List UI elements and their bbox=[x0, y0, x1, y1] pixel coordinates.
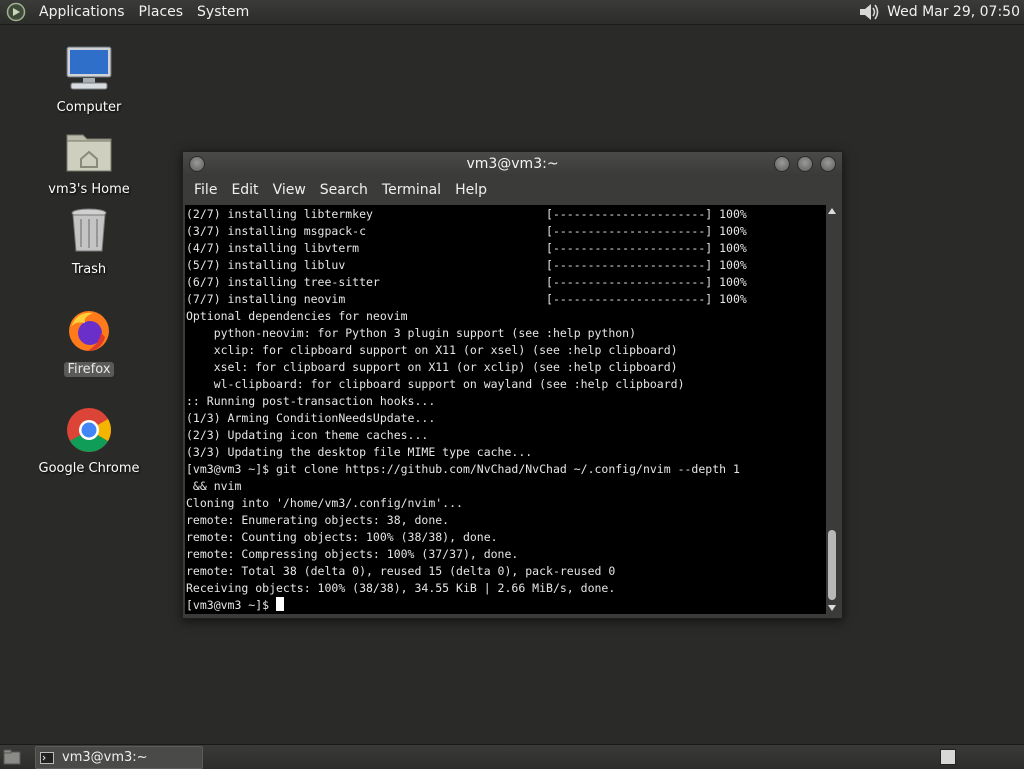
minimize-button[interactable] bbox=[774, 156, 790, 172]
clock[interactable]: Wed Mar 29, 07:50 bbox=[887, 4, 1024, 20]
maximize-button[interactable] bbox=[797, 156, 813, 172]
main-menu-logo-icon[interactable] bbox=[6, 2, 26, 22]
chrome-icon bbox=[67, 408, 111, 452]
terminal-line: remote: Total 38 (delta 0), reused 15 (d… bbox=[186, 564, 616, 578]
terminal-line: :: Running post-transaction hooks... bbox=[186, 394, 436, 408]
menu-file[interactable]: File bbox=[187, 182, 224, 198]
desktop-icon-home[interactable]: vm3's Home bbox=[34, 127, 144, 197]
terminal-line: xsel: for clipboard support on X11 (or x… bbox=[186, 360, 678, 374]
terminal-line: wl-clipboard: for clipboard support on w… bbox=[186, 377, 685, 391]
scrollbar-thumb[interactable] bbox=[828, 530, 836, 600]
scroll-down-arrow-icon[interactable] bbox=[828, 605, 836, 611]
terminal-line: remote: Enumerating objects: 38, done. bbox=[186, 513, 450, 527]
terminal-line: (1/3) Arming ConditionNeedsUpdate... bbox=[186, 411, 436, 425]
trash-icon bbox=[71, 208, 107, 252]
taskbar-terminal-button[interactable]: vm3@vm3:~ bbox=[35, 746, 203, 769]
desktop-icon-trash[interactable]: Trash bbox=[34, 207, 144, 277]
menu-terminal[interactable]: Terminal bbox=[375, 182, 448, 198]
menu-search[interactable]: Search bbox=[313, 182, 375, 198]
taskbar-window-label: vm3@vm3:~ bbox=[62, 750, 148, 765]
terminal-line: remote: Counting objects: 100% (38/38), … bbox=[186, 530, 498, 544]
terminal-line: Optional dependencies for neovim bbox=[186, 309, 408, 323]
scroll-up-arrow-icon[interactable] bbox=[828, 208, 836, 214]
show-desktop-icon[interactable] bbox=[3, 749, 21, 765]
system-menu[interactable]: System bbox=[190, 4, 256, 20]
applications-menu[interactable]: Applications bbox=[32, 4, 132, 20]
terminal-line: remote: Compressing objects: 100% (37/37… bbox=[186, 547, 519, 561]
terminal-line: python-neovim: for Python 3 plugin suppo… bbox=[186, 326, 637, 340]
terminal-output[interactable]: (2/7) installing libtermkey [-----------… bbox=[185, 205, 826, 614]
terminal-line: (3/7) installing msgpack-c [------------… bbox=[186, 224, 747, 238]
terminal-cursor bbox=[276, 597, 285, 611]
terminal-titlebar[interactable]: vm3@vm3:~ bbox=[183, 152, 842, 176]
terminal-line: (3/3) Updating the desktop file MIME typ… bbox=[186, 445, 533, 459]
terminal-line: (7/7) installing neovim [---------------… bbox=[186, 292, 747, 306]
terminal-text: (2/7) installing libtermkey [-----------… bbox=[185, 205, 826, 614]
home-folder-icon bbox=[66, 134, 112, 172]
terminal-line: (5/7) installing libluv [---------------… bbox=[186, 258, 747, 272]
terminal-scrollbar[interactable] bbox=[826, 205, 838, 614]
terminal-line: [vm3@vm3 ~]$ git clone https://github.co… bbox=[186, 462, 740, 476]
desktop-icon-label: Google Chrome bbox=[38, 461, 140, 476]
places-menu[interactable]: Places bbox=[132, 4, 191, 20]
menu-edit[interactable]: Edit bbox=[224, 182, 265, 198]
workspace-switcher[interactable] bbox=[940, 749, 956, 765]
terminal-window[interactable]: vm3@vm3:~ File Edit View Search Terminal… bbox=[182, 151, 843, 619]
desktop-icon-chrome[interactable]: Google Chrome bbox=[34, 406, 144, 476]
volume-speaker-icon[interactable] bbox=[857, 1, 881, 23]
terminal-line: (4/7) installing libvterm [-------------… bbox=[186, 241, 747, 255]
bottom-panel: vm3@vm3:~ bbox=[0, 744, 1024, 769]
desktop-icon-label: Firefox bbox=[64, 362, 114, 377]
menu-help[interactable]: Help bbox=[448, 182, 494, 198]
window-title: vm3@vm3:~ bbox=[466, 156, 559, 172]
top-panel-tray: Wed Mar 29, 07:50 bbox=[857, 0, 1024, 24]
terminal-line: (2/7) installing libtermkey [-----------… bbox=[186, 207, 747, 221]
desktop-icon-computer[interactable]: Computer bbox=[34, 45, 144, 115]
desktop-icon-firefox[interactable]: Firefox bbox=[34, 307, 144, 377]
terminal-line: (6/7) installing tree-sitter [----------… bbox=[186, 275, 747, 289]
desktop-icon-label: vm3's Home bbox=[48, 182, 130, 197]
terminal-menubar: File Edit View Search Terminal Help bbox=[183, 176, 842, 204]
terminal-line: (2/3) Updating icon theme caches... bbox=[186, 428, 429, 442]
menu-view[interactable]: View bbox=[266, 182, 313, 198]
firefox-icon bbox=[69, 311, 109, 351]
terminal-line: Cloning into '/home/vm3/.config/nvim'... bbox=[186, 496, 463, 510]
window-menu-button[interactable] bbox=[189, 156, 205, 172]
terminal-line: && nvim bbox=[186, 479, 242, 493]
top-panel: Applications Places System Wed Mar 29, 0… bbox=[0, 0, 1024, 25]
desktop-icon-label: Trash bbox=[71, 262, 107, 277]
computer-icon bbox=[66, 46, 112, 90]
terminal-prompt: [vm3@vm3 ~]$ bbox=[186, 598, 277, 612]
terminal-line: Receiving objects: 100% (38/38), 34.55 K… bbox=[186, 581, 616, 595]
close-button[interactable] bbox=[820, 156, 836, 172]
terminal-icon bbox=[40, 751, 54, 764]
terminal-line: xclip: for clipboard support on X11 (or … bbox=[186, 343, 678, 357]
desktop-icon-label: Computer bbox=[56, 100, 122, 115]
